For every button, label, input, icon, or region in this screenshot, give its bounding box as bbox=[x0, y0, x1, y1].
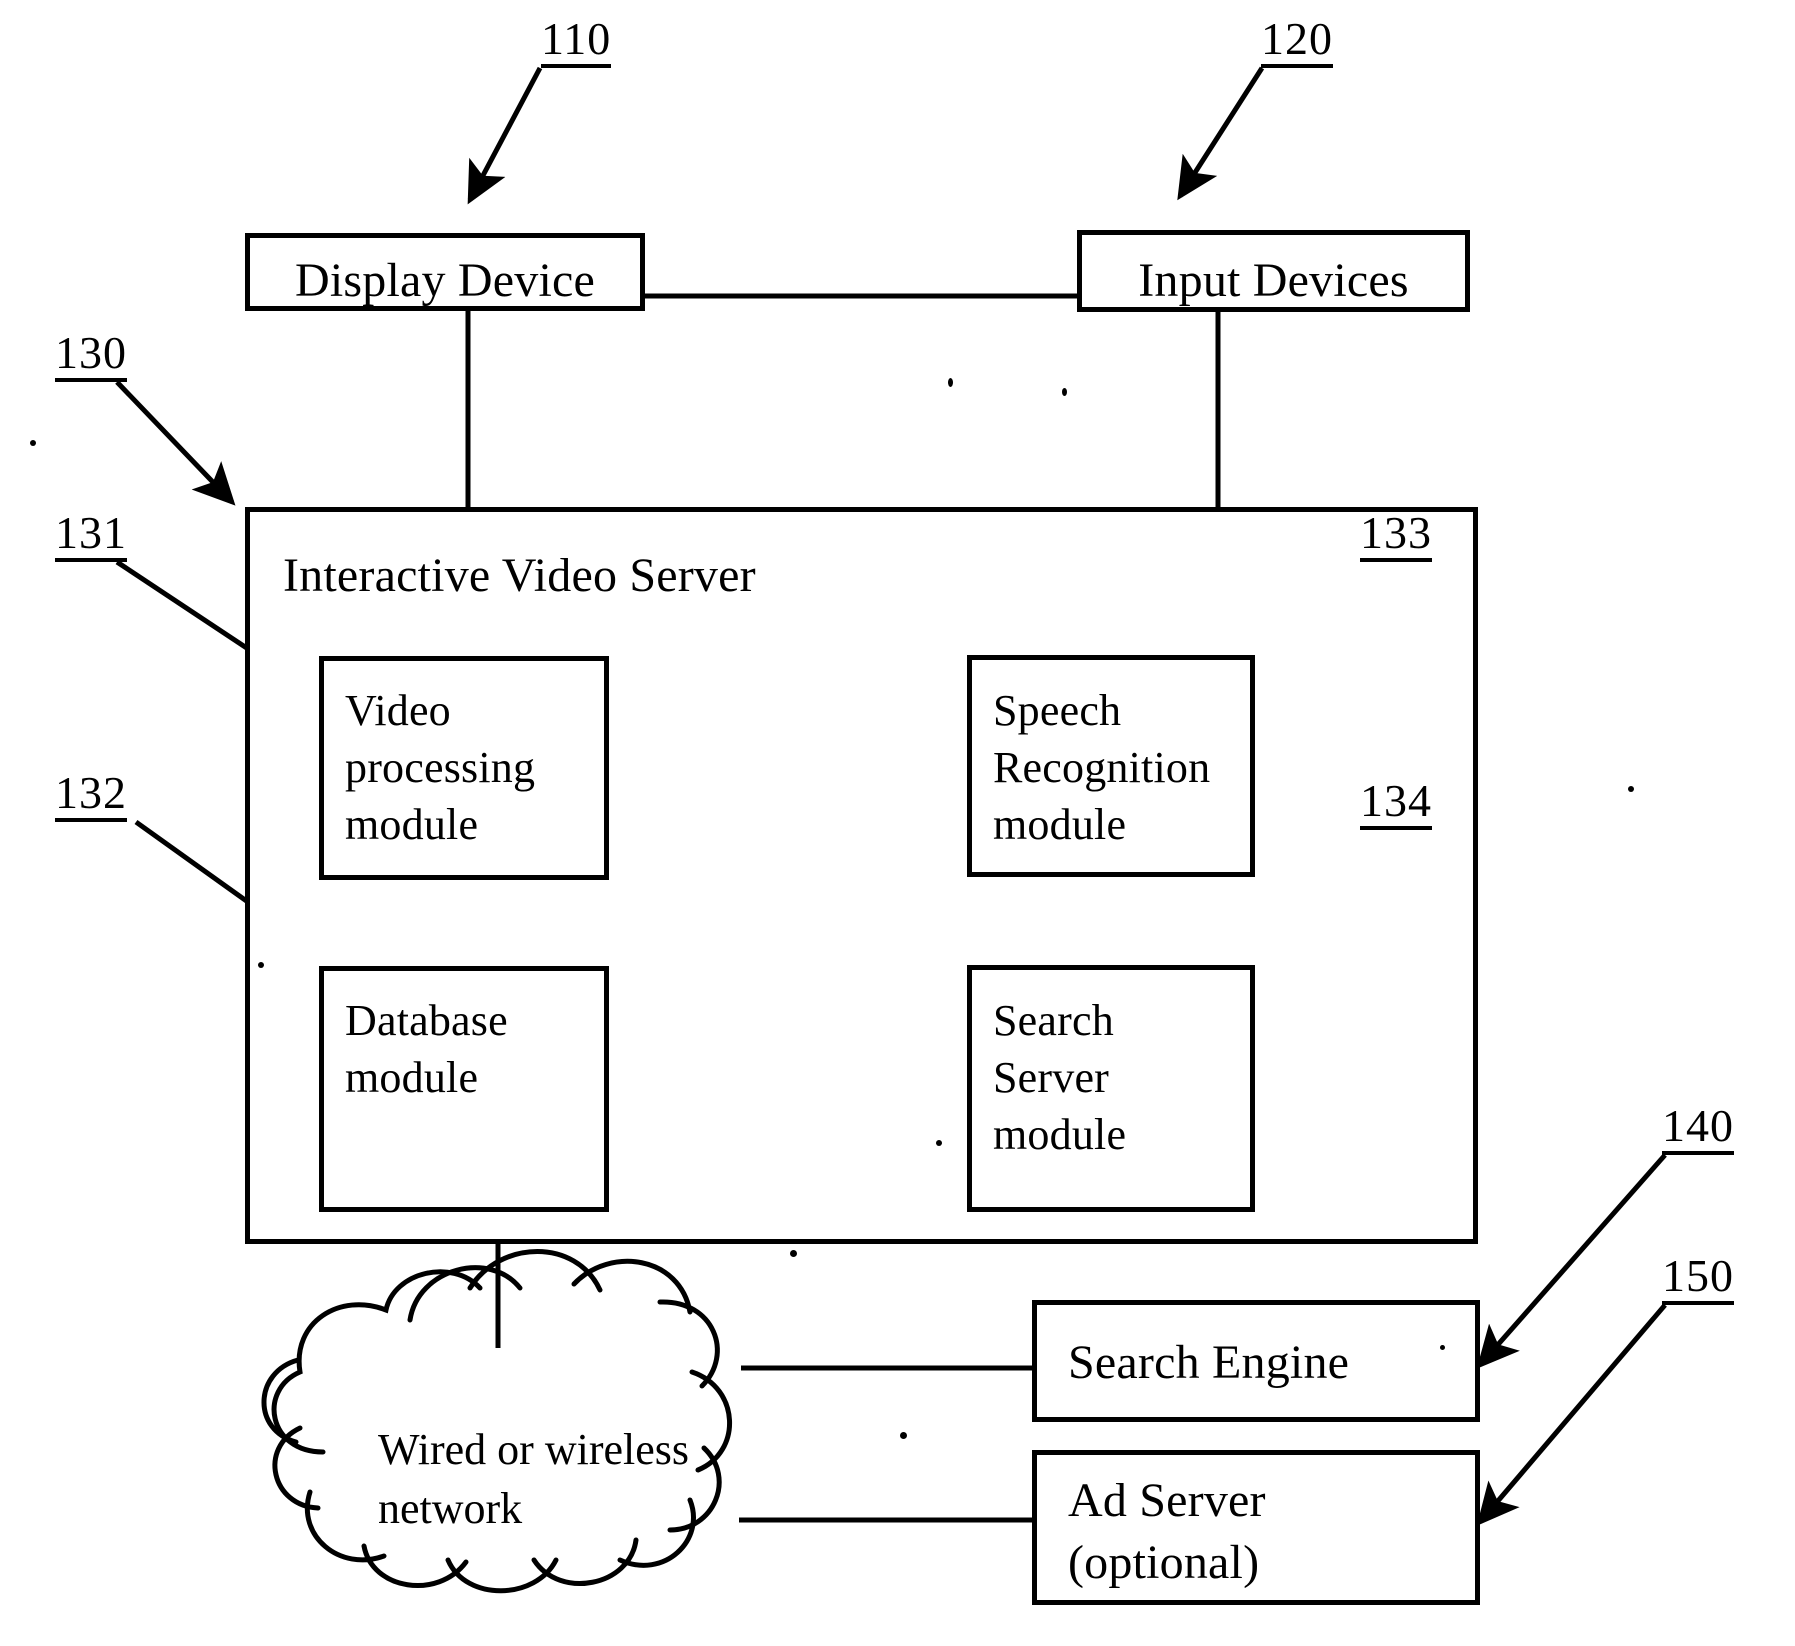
leader-arrow-130 bbox=[115, 380, 236, 506]
ref-120: 120 bbox=[1261, 16, 1333, 68]
input-devices-label: Input Devices bbox=[1138, 254, 1409, 307]
database-module-label: Database module bbox=[345, 996, 508, 1103]
leader-arrow-110 bbox=[467, 66, 543, 205]
ref-150: 150 bbox=[1662, 1253, 1734, 1305]
scan-speck bbox=[258, 962, 264, 968]
scan-speck bbox=[790, 1250, 797, 1257]
interactive-video-server-label: Interactive Video Server bbox=[283, 549, 756, 602]
leader-arrow-140 bbox=[1476, 1153, 1667, 1369]
ref-110: 110 bbox=[541, 16, 612, 68]
scan-speck bbox=[948, 378, 953, 387]
speech-recognition-module-label: Speech Recognition module bbox=[993, 686, 1211, 850]
leader-arrow-150 bbox=[1476, 1303, 1667, 1526]
display-device-label: Display Device bbox=[294, 254, 596, 307]
network-cloud-label: Wired or wireless network bbox=[378, 1425, 690, 1534]
patent-figure-canvas: Display Device Input Devices Interactive… bbox=[0, 0, 1795, 1646]
search-engine-label: Search Engine bbox=[1068, 1336, 1350, 1389]
scan-speck bbox=[30, 440, 36, 446]
ref-140: 140 bbox=[1662, 1103, 1734, 1155]
ref-131: 131 bbox=[55, 510, 127, 562]
scan-speck bbox=[1440, 1345, 1445, 1350]
ref-130: 130 bbox=[55, 330, 127, 382]
ref-134: 134 bbox=[1360, 778, 1432, 830]
ref-132: 132 bbox=[55, 770, 127, 822]
search-server-module-label: Search Server module bbox=[993, 996, 1127, 1160]
scan-speck bbox=[1628, 786, 1634, 792]
video-processing-module-label: Video processing module bbox=[345, 686, 536, 850]
ad-server-label: Ad Server (optional) bbox=[1068, 1474, 1266, 1590]
scan-speck bbox=[900, 1432, 907, 1439]
scan-speck bbox=[936, 1140, 942, 1146]
ref-133: 133 bbox=[1360, 510, 1432, 562]
scan-speck bbox=[1062, 388, 1067, 396]
leader-arrow-120 bbox=[1177, 66, 1265, 201]
